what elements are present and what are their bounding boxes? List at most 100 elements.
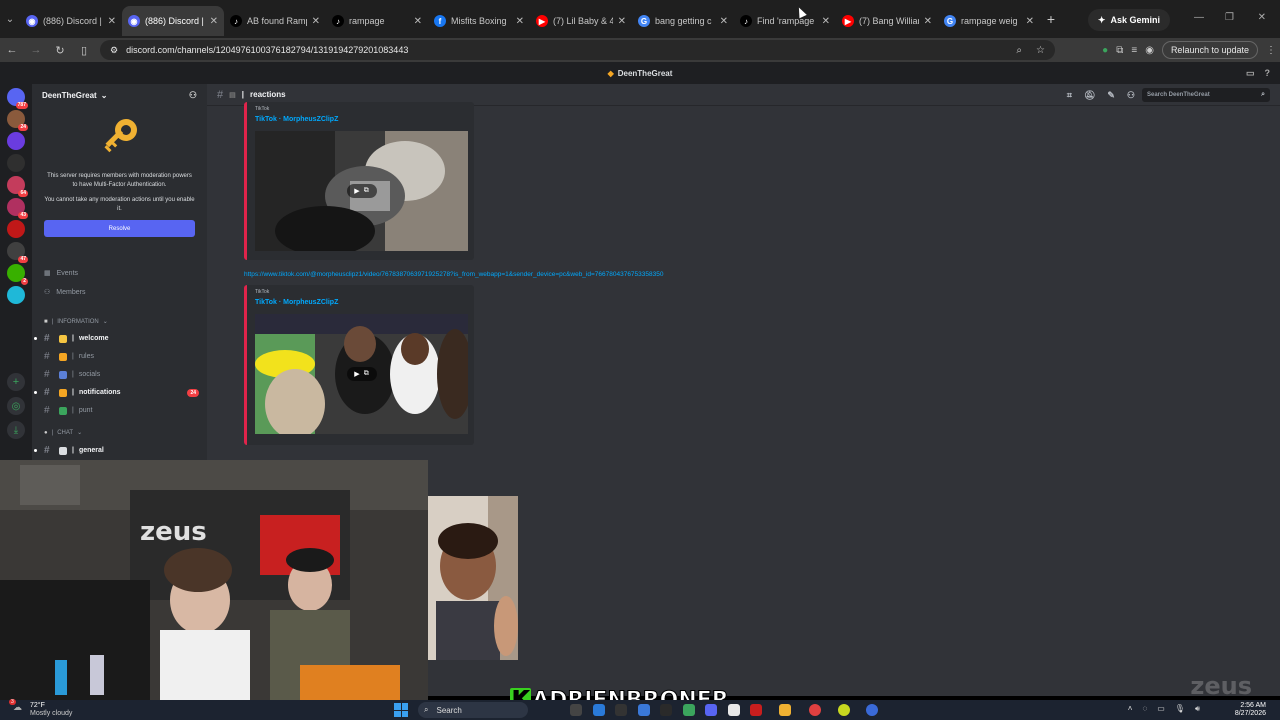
edge-icon[interactable] [593, 704, 605, 716]
browser-tab[interactable]: Gbang getting c ✕ [632, 6, 734, 36]
server-icon[interactable]: 43 [7, 198, 28, 219]
reload-icon[interactable]: ↻ [48, 38, 72, 62]
channel-punt[interactable]: # | punt [44, 405, 199, 416]
microphone-icon[interactable]: 🎙︎ [1175, 704, 1185, 714]
tab-close-icon[interactable]: ✕ [210, 16, 218, 27]
zoom-icon[interactable]: ⌕ [1016, 45, 1022, 56]
pin-icon[interactable]: ✎ [1107, 90, 1115, 101]
channel-welcome[interactable]: # | welcome [34, 333, 199, 344]
weather-widget[interactable]: 72°F Mostly cloudy [30, 702, 72, 718]
app-icon[interactable] [866, 704, 878, 716]
browser-tab[interactable]: ♪ AB found Ramp ✕ [224, 6, 326, 36]
windows-start-icon[interactable] [394, 703, 408, 717]
profile-avatar[interactable]: ◉ [1145, 45, 1154, 56]
system-clock[interactable]: 2:56 AM 8/27/2026 [1235, 702, 1266, 718]
server-icon[interactable] [7, 286, 25, 304]
app-icon[interactable] [638, 704, 650, 716]
inbox-icon[interactable]: ▭ [1246, 68, 1255, 79]
app-tray-icon[interactable]: ▭ [1157, 704, 1165, 714]
server-icon[interactable] [7, 154, 25, 172]
file-explorer-icon[interactable] [779, 704, 791, 716]
add-member-icon[interactable]: ⚇ [189, 90, 197, 101]
tab-close-icon[interactable]: ✕ [822, 16, 830, 27]
discord-taskbar-icon[interactable] [705, 704, 717, 716]
extension-icon[interactable]: ● [1102, 45, 1108, 56]
resolve-button[interactable]: Resolve [44, 220, 195, 237]
channel-socials[interactable]: # | socials [44, 369, 199, 380]
server-icon[interactable] [7, 220, 25, 238]
members-nav[interactable]: ⚇ Members [44, 288, 85, 297]
browser-tab[interactable]: ♪ Find 'rampage ✕ [734, 6, 836, 36]
back-icon[interactable]: ← [0, 38, 24, 62]
server-icon[interactable]: 24 [7, 110, 28, 131]
app-icon[interactable] [750, 704, 762, 716]
chevron-up-icon[interactable]: ˄ [1128, 704, 1133, 714]
message-link[interactable]: https://www.tiktok.com/@morpheusclipz1/v… [244, 271, 663, 278]
server-header[interactable]: DeenTheGreat ⌄ ⚇ [32, 84, 207, 106]
discover-icon[interactable]: ◎ [7, 397, 25, 415]
help-icon[interactable]: ? [1265, 68, 1271, 79]
taskbar-search[interactable]: ⌕ Search [418, 702, 528, 718]
events-nav[interactable]: ▦ Events [44, 269, 78, 278]
embed-author-link[interactable]: TikTok · MorpheusZClipZ [255, 116, 466, 123]
bookmark-star-icon[interactable]: ☆ [1036, 45, 1045, 56]
embed-video-thumbnail[interactable]: ▶ ⧉ [255, 314, 468, 434]
app-icon[interactable] [683, 704, 695, 716]
site-info-icon[interactable]: ⚙ [110, 45, 118, 56]
server-icon[interactable]: 64 [7, 176, 28, 197]
forward-icon[interactable]: → [24, 38, 48, 62]
tab-close-icon[interactable]: ✕ [516, 16, 524, 27]
category-information[interactable]: ■ | INFORMATION ⌄ [44, 318, 108, 326]
task-view-icon[interactable] [570, 704, 582, 716]
maximize-icon[interactable]: ❐ [1225, 12, 1234, 23]
play-button[interactable]: ▶ ⧉ [346, 367, 377, 381]
extensions-puzzle-icon[interactable]: ⧉ [1116, 45, 1123, 56]
network-icon[interactable]: ◌ [1142, 704, 1147, 714]
side-panel-icon[interactable]: ▯ [72, 38, 96, 62]
browser-tab[interactable]: Grampage weig ✕ [938, 6, 1040, 36]
channel-notifications[interactable]: # | notifications 24 [34, 387, 199, 398]
ask-gemini-button[interactable]: ✦ Ask Gemini [1087, 9, 1170, 31]
address-bar[interactable]: ⚙ discord.com/channels/12049761003761827… [100, 40, 1055, 60]
channel-general[interactable]: # | general [34, 445, 199, 456]
app-icon[interactable] [838, 704, 850, 716]
browser-tab[interactable]: f Misfits Boxing ✕ [428, 6, 530, 36]
search-input[interactable]: Search DeenTheGreat ⌕ [1142, 88, 1270, 102]
embed-video-thumbnail[interactable]: ▶ ⧉ [255, 131, 468, 251]
new-tab-button[interactable]: + [1040, 11, 1062, 27]
play-button[interactable]: ▶ ⧉ [346, 184, 377, 198]
embed-author-link[interactable]: TikTok · MorpheusZClipZ [255, 299, 466, 306]
threads-icon[interactable]: ⌗ [1067, 90, 1072, 101]
member-list-icon[interactable]: ⚇ [1127, 90, 1135, 101]
add-server-icon[interactable]: + [7, 373, 25, 391]
tab-close-icon[interactable]: ✕ [1026, 16, 1034, 27]
app-icon[interactable] [728, 704, 740, 716]
relaunch-button[interactable]: Relaunch to update [1161, 41, 1258, 59]
terminal-icon[interactable] [615, 704, 627, 716]
download-icon[interactable]: ⤓ [7, 421, 25, 439]
tab-close-icon[interactable]: ✕ [618, 16, 626, 27]
close-window-icon[interactable]: ✕ [1258, 12, 1266, 23]
tab-close-icon[interactable]: ✕ [414, 16, 422, 27]
tab-search-icon[interactable]: ⌄ [0, 0, 20, 38]
server-icon[interactable] [7, 132, 25, 150]
notifications-off-icon[interactable]: 🔕︎ [1084, 90, 1095, 101]
browser-tab[interactable]: ♪ rampage ✕ [326, 6, 428, 36]
tab-close-icon[interactable]: ✕ [720, 16, 728, 27]
volume-icon[interactable]: 🔊︎ [1195, 704, 1200, 714]
app-icon[interactable] [660, 704, 672, 716]
tab-close-icon[interactable]: ✕ [108, 16, 116, 27]
minimize-icon[interactable]: — [1194, 12, 1204, 23]
discord-home-icon[interactable]: 787 [7, 88, 28, 109]
server-icon[interactable]: 47 [7, 242, 28, 263]
browser-tab[interactable]: ▶ (7) Lil Baby & 4 ✕ [530, 6, 632, 36]
chrome-icon[interactable] [809, 704, 821, 716]
browser-tab[interactable]: ◉ (886) Discord | ✕ [20, 6, 122, 36]
server-icon[interactable]: 2 [7, 264, 28, 285]
tab-close-icon[interactable]: ✕ [924, 16, 932, 27]
channel-rules[interactable]: # | rules [44, 351, 199, 362]
menu-kebab-icon[interactable]: ⋮ [1266, 45, 1276, 56]
media-controls-icon[interactable]: ≡ [1131, 45, 1137, 56]
browser-tab[interactable]: ◉ (886) Discord | ✕ [122, 6, 224, 36]
weather-icon[interactable]: ☁ 3 [9, 699, 26, 717]
